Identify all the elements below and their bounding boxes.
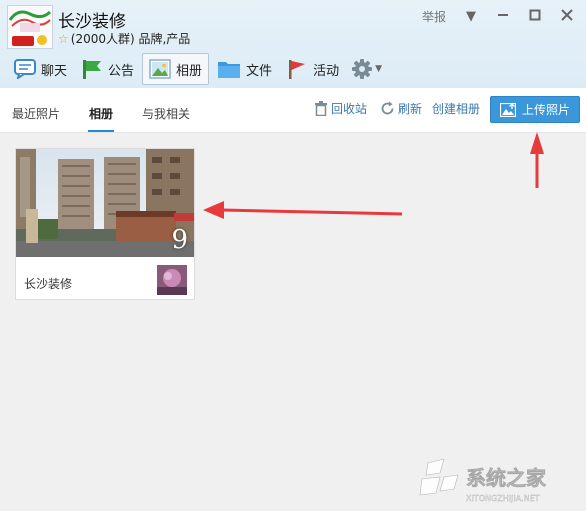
recycle-bin-button[interactable]: 回收站: [314, 100, 367, 117]
group-logo[interactable]: [7, 5, 53, 49]
upload-photo-icon: [499, 102, 516, 117]
album-card[interactable]: 9 长沙装修: [15, 148, 195, 300]
tab-albums[interactable]: 相册: [89, 105, 113, 122]
dropdown-arrow-icon[interactable]: ▼: [464, 9, 478, 24]
chevron-down-icon: ▼: [375, 64, 382, 74]
create-album-label: 创建相册: [432, 102, 481, 116]
recycle-bin-label: 回收站: [331, 102, 368, 116]
activity-flag-icon: [289, 60, 306, 79]
chat-icon: [14, 59, 36, 79]
tab-notice-label: 公告: [108, 63, 135, 79]
tab-notice[interactable]: 公告: [75, 53, 140, 85]
album-icon: [149, 59, 171, 79]
refresh-label: 刷新: [398, 102, 423, 116]
tab-recent-photos[interactable]: 最近照片: [12, 105, 60, 122]
toolbar: 聊天 公告 相册 文件 活动 ▼: [8, 53, 382, 85]
active-tab-underline: [88, 130, 114, 132]
tab-activity-label: 活动: [313, 63, 340, 79]
tab-related-to-me[interactable]: 与我相关: [142, 105, 190, 122]
settings-menu[interactable]: ▼: [351, 58, 382, 80]
window-controls: 举报 ▼: [422, 8, 574, 25]
watermark-text: 系统之家: [466, 466, 547, 490]
group-meta-text: (2000人群) 品牌,产品: [70, 32, 191, 46]
tab-album[interactable]: 相册: [142, 53, 210, 85]
star-icon: ☆: [58, 32, 69, 46]
tab-files-label: 文件: [246, 63, 273, 79]
notice-flag-icon: [83, 60, 102, 79]
folder-icon: [218, 62, 241, 78]
refresh-icon: [381, 101, 394, 115]
tab-chat[interactable]: 聊天: [8, 53, 73, 85]
album-subnav: 最近照片 相册 与我相关 回收站 刷新 创建相册 上传照片: [0, 88, 586, 133]
album-title[interactable]: 长沙装修: [24, 275, 72, 292]
group-name: 长沙装修: [58, 12, 126, 32]
upload-photos-label: 上传照片: [521, 103, 570, 117]
gear-icon: [352, 59, 373, 79]
trash-icon: [315, 101, 327, 116]
group-meta: ☆ (2000人群) 品牌,产品: [58, 30, 190, 47]
tab-activity[interactable]: 活动: [280, 53, 345, 85]
refresh-button[interactable]: 刷新: [380, 100, 422, 117]
watermark-subtext: XITONGZHIJIA.NET: [466, 494, 540, 503]
close-icon[interactable]: [560, 8, 574, 25]
album-cover-image[interactable]: 9: [16, 149, 194, 257]
album-photo-count: 9: [171, 225, 188, 255]
maximize-icon[interactable]: [528, 9, 542, 25]
tab-files[interactable]: 文件: [211, 53, 278, 85]
album-owner-avatar[interactable]: [157, 265, 187, 295]
report-link[interactable]: 举报: [422, 8, 446, 25]
arrow-to-album: [203, 201, 403, 219]
title-bar: 长沙装修 ☆ (2000人群) 品牌,产品 举报 ▼ 聊天 公告 相册 文件 活…: [0, 0, 586, 88]
upload-photos-button[interactable]: 上传照片: [490, 96, 580, 123]
tab-album-label: 相册: [176, 63, 203, 79]
watermark-logo: 系统之家 XITONGZHIJIA.NET: [418, 455, 584, 507]
tab-chat-label: 聊天: [41, 63, 68, 79]
arrow-to-upload: [530, 132, 544, 188]
minimize-icon[interactable]: [496, 9, 510, 25]
create-album-button[interactable]: 创建相册: [432, 100, 480, 117]
